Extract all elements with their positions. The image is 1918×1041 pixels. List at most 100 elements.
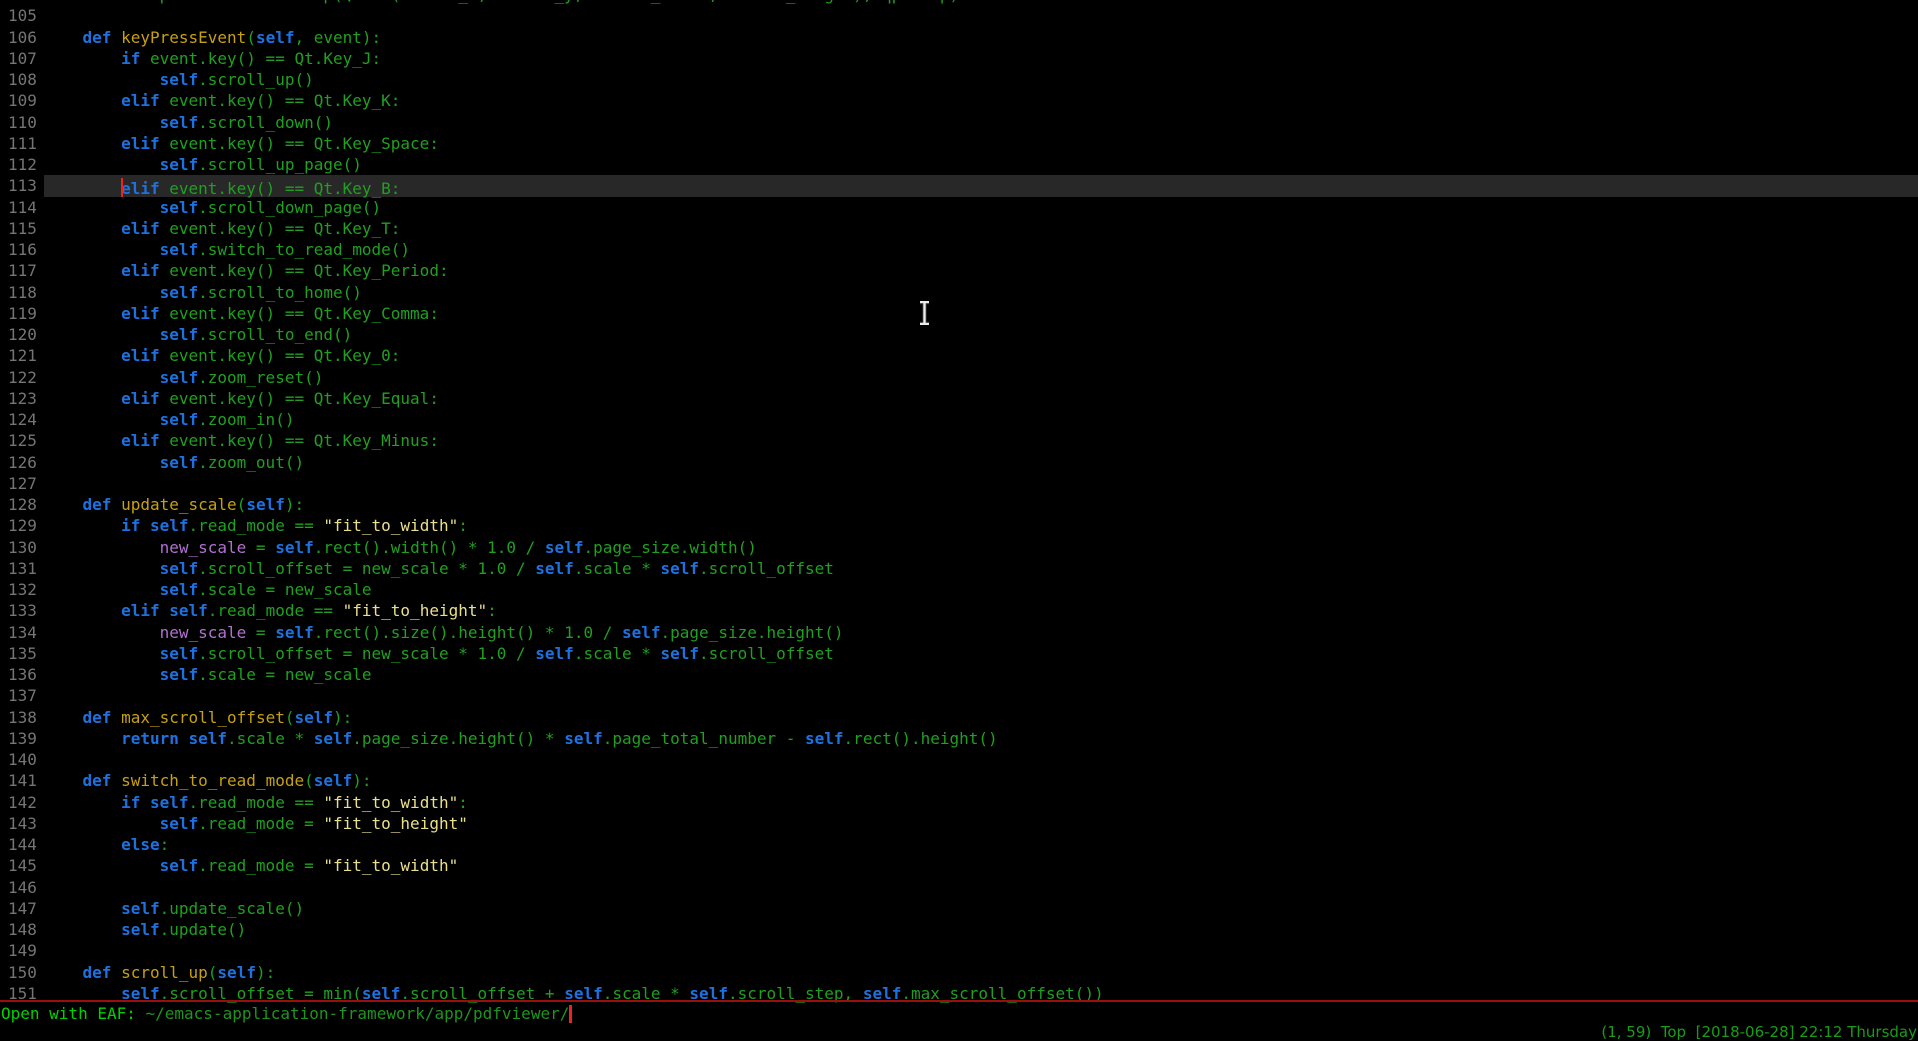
code-text <box>44 685 1918 706</box>
code-line[interactable]: 113 elif event.key() == Qt.Key_B: <box>0 175 1918 196</box>
code-line[interactable]: 128 def update_scale(self): <box>0 494 1918 515</box>
code-line[interactable]: 109 elif event.key() == Qt.Key_K: <box>0 90 1918 111</box>
code-line[interactable]: 106 def keyPressEvent(self, event): <box>0 27 1918 48</box>
code-line[interactable]: 105 <box>0 5 1918 26</box>
code-line[interactable]: 147 self.update_scale() <box>0 898 1918 919</box>
token: , event): <box>294 28 381 47</box>
code-line[interactable]: 135 self.scroll_offset = new_scale * 1.0… <box>0 643 1918 664</box>
code-line[interactable]: 150 def scroll_up(self): <box>0 962 1918 983</box>
token <box>44 198 160 217</box>
code-line[interactable]: 108 self.scroll_up() <box>0 69 1918 90</box>
code-line[interactable]: 118 self.scroll_to_home() <box>0 282 1918 303</box>
code-line[interactable]: 115 elif event.key() == Qt.Key_T: <box>0 218 1918 239</box>
token <box>160 601 170 620</box>
token: = <box>246 538 275 557</box>
code-line[interactable]: 124 self.zoom_in() <box>0 409 1918 430</box>
code-line[interactable]: 127 <box>0 473 1918 494</box>
code-text: elif event.key() == Qt.Key_0: <box>44 345 1918 366</box>
code-line[interactable]: 122 self.zoom_reset() <box>0 367 1918 388</box>
token: ( <box>237 495 247 514</box>
token <box>44 516 121 535</box>
code-line[interactable]: 140 <box>0 749 1918 770</box>
token <box>44 495 83 514</box>
token: self <box>275 538 314 557</box>
token <box>44 179 121 198</box>
token <box>179 729 189 748</box>
code-line[interactable]: 120 self.scroll_to_end() <box>0 324 1918 345</box>
token <box>140 516 150 535</box>
token <box>44 538 160 557</box>
code-line[interactable]: 136 self.scale = new_scale <box>0 664 1918 685</box>
code-line[interactable]: 123 elif event.key() == Qt.Key_Equal: <box>0 388 1918 409</box>
code-line[interactable]: 141 def switch_to_read_mode(self): <box>0 770 1918 791</box>
minibuffer[interactable]: Open with EAF: ~/emacs-application-frame… <box>0 1003 1918 1024</box>
code-line[interactable]: 148 self.update() <box>0 919 1918 940</box>
code-line[interactable]: 117 elif event.key() == Qt.Key_Period: <box>0 260 1918 281</box>
code-text: self.read_mode = "fit_to_width" <box>44 855 1918 876</box>
code-text <box>44 749 1918 770</box>
token: .scroll_offset = new_scale * 1.0 / <box>198 644 535 663</box>
token: ( <box>246 28 256 47</box>
code-line[interactable]: 143 self.read_mode = "fit_to_height" <box>0 813 1918 834</box>
token: .scale = new_scale <box>198 580 371 599</box>
line-number: 114 <box>0 197 37 218</box>
token: .scale * <box>227 729 314 748</box>
code-line[interactable]: 116 self.switch_to_read_mode() <box>0 239 1918 260</box>
line-number: 111 <box>0 133 37 154</box>
line-number: 119 <box>0 303 37 324</box>
token: .scroll_down_page() <box>198 198 381 217</box>
token: .rect().width() * 1.0 / <box>314 538 545 557</box>
line-number: 126 <box>0 452 37 473</box>
code-line[interactable]: 107 if event.key() == Qt.Key_J: <box>0 48 1918 69</box>
token <box>44 665 160 684</box>
token: .scroll_up_page() <box>198 155 362 174</box>
line-number: 143 <box>0 813 37 834</box>
code-line[interactable]: 130 new_scale = self.rect().width() * 1.… <box>0 537 1918 558</box>
code-line[interactable]: 137 <box>0 685 1918 706</box>
code-text: elif event.key() == Qt.Key_Space: <box>44 133 1918 154</box>
code-line[interactable]: 139 return self.scale * self.page_size.h… <box>0 728 1918 749</box>
code-line[interactable]: 145 self.read_mode = "fit_to_width" <box>0 855 1918 876</box>
token: .page_size.width() <box>583 538 756 557</box>
token: .zoom_reset() <box>198 368 323 387</box>
line-number: 121 <box>0 345 37 366</box>
token: ( <box>304 771 314 790</box>
code-line[interactable]: 142 if self.read_mode == "fit_to_width": <box>0 792 1918 813</box>
token <box>44 644 160 663</box>
code-line[interactable]: 121 elif event.key() == Qt.Key_0: <box>0 345 1918 366</box>
code-text: def keyPressEvent(self, event): <box>44 27 1918 48</box>
token <box>44 856 160 875</box>
code-line[interactable]: 146 <box>0 877 1918 898</box>
code-line[interactable]: 132 self.scale = new_scale <box>0 579 1918 600</box>
token: self <box>169 601 208 620</box>
code-line[interactable]: 133 elif self.read_mode == "fit_to_heigh… <box>0 600 1918 621</box>
token: .page_total_number - <box>603 729 805 748</box>
code-line[interactable]: 126 self.zoom_out() <box>0 452 1918 473</box>
code-text: self.update_scale() <box>44 898 1918 919</box>
token: elif <box>121 431 160 450</box>
editor-buffer[interactable]: 104 painter.drawPixmap(QRect(render_x, r… <box>0 0 1918 1004</box>
code-line[interactable]: 134 new_scale = self.rect().size().heigh… <box>0 622 1918 643</box>
line-number: 140 <box>0 749 37 770</box>
token: ): <box>256 963 275 982</box>
code-line[interactable]: 144 else: <box>0 834 1918 855</box>
code-line[interactable]: 125 elif event.key() == Qt.Key_Minus: <box>0 430 1918 451</box>
token: elif <box>121 601 160 620</box>
token: elif <box>121 389 160 408</box>
token: new_scale <box>160 623 247 642</box>
token: self <box>661 559 700 578</box>
code-line[interactable]: 131 self.scroll_offset = new_scale * 1.0… <box>0 558 1918 579</box>
code-line[interactable]: 114 self.scroll_down_page() <box>0 197 1918 218</box>
code-line[interactable]: 110 self.scroll_down() <box>0 112 1918 133</box>
code-line[interactable]: 111 elif event.key() == Qt.Key_Space: <box>0 133 1918 154</box>
token: self <box>160 644 199 663</box>
code-line[interactable]: 112 self.scroll_up_page() <box>0 154 1918 175</box>
line-number: 113 <box>0 175 37 196</box>
code-line[interactable]: 149 <box>0 940 1918 961</box>
code-line[interactable]: 119 elif event.key() == Qt.Key_Comma: <box>0 303 1918 324</box>
token <box>111 28 121 47</box>
token: self <box>160 559 199 578</box>
minibuffer-input[interactable]: ~/emacs-application-framework/app/pdfvie… <box>146 1004 570 1023</box>
code-line[interactable]: 129 if self.read_mode == "fit_to_width": <box>0 515 1918 536</box>
code-line[interactable]: 138 def max_scroll_offset(self): <box>0 707 1918 728</box>
